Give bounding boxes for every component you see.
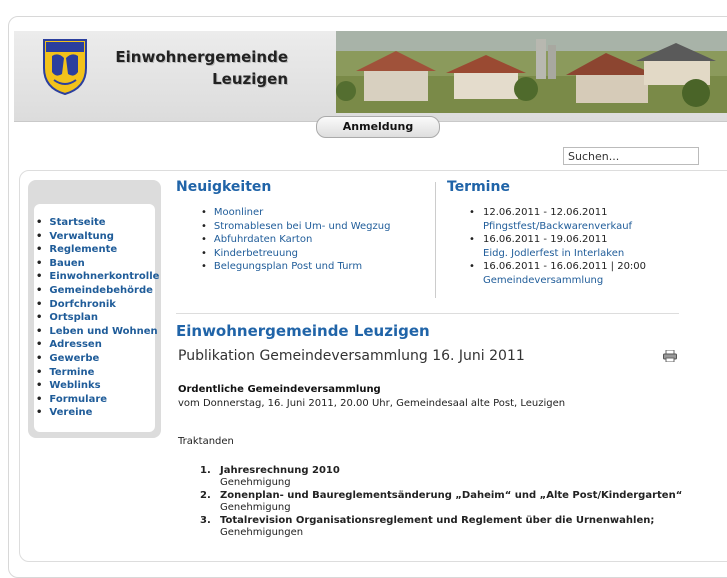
agenda-number: 3. — [200, 515, 211, 526]
nav-item-bauen[interactable]: Bauen — [36, 257, 159, 271]
news-heading: Neuigkeiten — [176, 179, 272, 195]
event-date: 16.06.2011 - 16.06.2011 | 20:00 — [483, 261, 647, 273]
events-list: 12.06.2011 - 12.06.2011 Pfingstfest/Back… — [467, 206, 646, 288]
agenda-subtext: Genehmigungen — [220, 526, 304, 538]
agenda-title: Jahresrechnung 2010 — [220, 465, 340, 476]
news-item[interactable]: Abfuhrdaten Karton — [201, 233, 390, 247]
agenda-list: 1. Jahresrechnung 2010 Genehmigung 2. Zone… — [200, 465, 720, 540]
nav-item-ortsplan[interactable]: Ortsplan — [36, 311, 159, 325]
agenda-number: 2. — [200, 490, 211, 501]
nav-item-verwaltung[interactable]: Verwaltung — [36, 230, 159, 244]
agenda-title: Totalrevision Organisationsreglement und… — [220, 515, 655, 526]
assembly-heading: Ordentliche Gemeindeversammlung — [178, 384, 381, 395]
event-item: 16.06.2011 - 16.06.2011 | 20:00 Gemeinde… — [467, 260, 646, 287]
nav-item-reglemente[interactable]: Reglemente — [36, 243, 159, 257]
agenda-subtext: Genehmigung — [220, 476, 291, 488]
event-link[interactable]: Gemeindeversammlung — [483, 274, 646, 288]
nav-item-termine[interactable]: Termine — [36, 366, 159, 380]
main-heading: Einwohnergemeinde Leuzigen — [176, 322, 430, 340]
agenda-item: 1. Jahresrechnung 2010 Genehmigung — [200, 465, 720, 488]
event-item: 16.06.2011 - 19.06.2011 Eidg. Jodlerfest… — [467, 233, 646, 260]
event-link[interactable]: Pfingstfest/Backwarenverkauf — [483, 220, 646, 234]
login-tab[interactable]: Anmeldung — [316, 116, 440, 138]
print-icon[interactable] — [663, 350, 677, 362]
coat-of-arms-logo[interactable] — [42, 38, 88, 96]
nav-item-weblinks[interactable]: Weblinks — [36, 379, 159, 393]
nav-item-gewerbe[interactable]: Gewerbe — [36, 352, 159, 366]
events-heading: Termine — [447, 179, 510, 195]
village-photo — [336, 31, 727, 113]
event-link[interactable]: Eidg. Jodlerfest in Interlaken — [483, 247, 646, 261]
article-title: Publikation Gemeindeversammlung 16. Juni… — [178, 348, 525, 364]
news-item[interactable]: Belegungsplan Post und Turm — [201, 260, 390, 274]
agenda-subtext: Genehmigung — [220, 501, 291, 513]
search-input[interactable] — [563, 147, 699, 165]
news-list: Moonliner Stromablesen bei Um- und Wegzu… — [201, 206, 391, 274]
event-date: 12.06.2011 - 12.06.2011 — [483, 207, 608, 218]
agenda-item: 2. Zonenplan- und Baureglementsänderung „… — [200, 490, 720, 513]
section-divider — [176, 313, 679, 314]
column-divider — [435, 182, 436, 298]
main-nav: Startseite Verwaltung Reglemente Bauen E… — [36, 216, 159, 420]
nav-item-formulare[interactable]: Formulare — [36, 393, 159, 407]
nav-item-gemeindebehoerde[interactable]: Gemeindebehörde — [36, 284, 159, 298]
nav-item-adressen[interactable]: Adressen — [36, 338, 159, 352]
nav-item-dorfchronik[interactable]: Dorfchronik — [36, 298, 159, 312]
news-item[interactable]: Kinderbetreuung — [201, 247, 390, 261]
site-title-line2: Leuzigen — [212, 70, 288, 88]
nav-item-startseite[interactable]: Startseite — [36, 216, 159, 230]
news-item[interactable]: Stromablesen bei Um- und Wegzug — [201, 220, 391, 234]
nav-item-leben-und-wohnen[interactable]: Leben und Wohnen — [36, 325, 159, 339]
nav-item-vereine[interactable]: Vereine — [36, 406, 159, 420]
nav-item-einwohnerkontrolle[interactable]: Einwohnerkontrolle — [36, 270, 159, 284]
site-title-line1: Einwohnergemeinde — [115, 48, 288, 66]
event-item: 12.06.2011 - 12.06.2011 Pfingstfest/Back… — [467, 206, 646, 233]
news-item[interactable]: Moonliner — [201, 206, 390, 220]
agenda-label: Traktanden — [178, 436, 234, 447]
agenda-title: Zonenplan- und Baureglementsänderung „Da… — [220, 490, 683, 501]
event-date: 16.06.2011 - 19.06.2011 — [483, 234, 608, 246]
site-title[interactable]: Einwohnergemeinde Leuzigen — [108, 46, 288, 90]
agenda-number: 1. — [200, 465, 211, 476]
agenda-item: 3. Totalrevision Organisationsreglement u… — [200, 515, 720, 538]
assembly-details: vom Donnerstag, 16. Juni 2011, 20.00 Uhr… — [178, 398, 566, 409]
